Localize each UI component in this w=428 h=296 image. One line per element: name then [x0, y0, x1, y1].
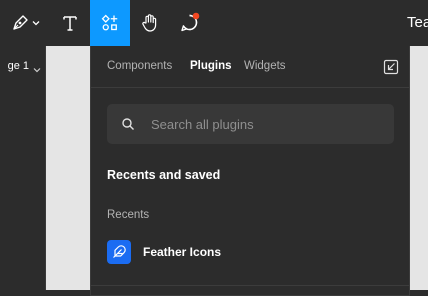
plugin-name: Feather Icons [143, 245, 222, 259]
section-title: Recents and saved [107, 168, 221, 182]
resources-icon [101, 14, 118, 31]
plugin-item[interactable]: Feather Icons [107, 239, 394, 265]
text-icon [63, 16, 77, 31]
recents-label: Recents [107, 209, 150, 221]
tab-widgets[interactable]: Widgets [244, 60, 286, 72]
search-input[interactable] [151, 104, 381, 144]
toolbar: Tea [0, 0, 428, 46]
divider [91, 285, 409, 286]
chevron-down-icon[interactable] [33, 61, 41, 79]
search-box[interactable] [107, 104, 394, 144]
pen-tool-button[interactable] [0, 0, 52, 46]
search-icon [121, 117, 135, 136]
resources-tool-button[interactable] [90, 0, 130, 46]
feather-icon [107, 240, 131, 264]
page-selector-label[interactable]: ge 1 [8, 60, 29, 72]
collapse-icon [383, 59, 399, 75]
notification-dot [192, 12, 200, 20]
hand-icon [142, 14, 157, 32]
tab-plugins[interactable]: Plugins [190, 60, 232, 72]
pen-icon [13, 15, 28, 30]
hand-tool-button[interactable] [130, 0, 170, 46]
tab-components[interactable]: Components [107, 60, 172, 72]
collapse-panel-button[interactable] [381, 57, 401, 77]
resources-tabs: Components Plugins Widgets [91, 46, 409, 88]
team-label[interactable]: Tea [407, 0, 428, 46]
chevron-down-icon [32, 21, 40, 26]
resources-popover: Components Plugins Widgets Recents and s… [90, 46, 410, 296]
left-panel: ge 1 [0, 46, 46, 290]
comment-tool-button[interactable] [170, 0, 210, 46]
text-tool-button[interactable] [52, 0, 88, 46]
